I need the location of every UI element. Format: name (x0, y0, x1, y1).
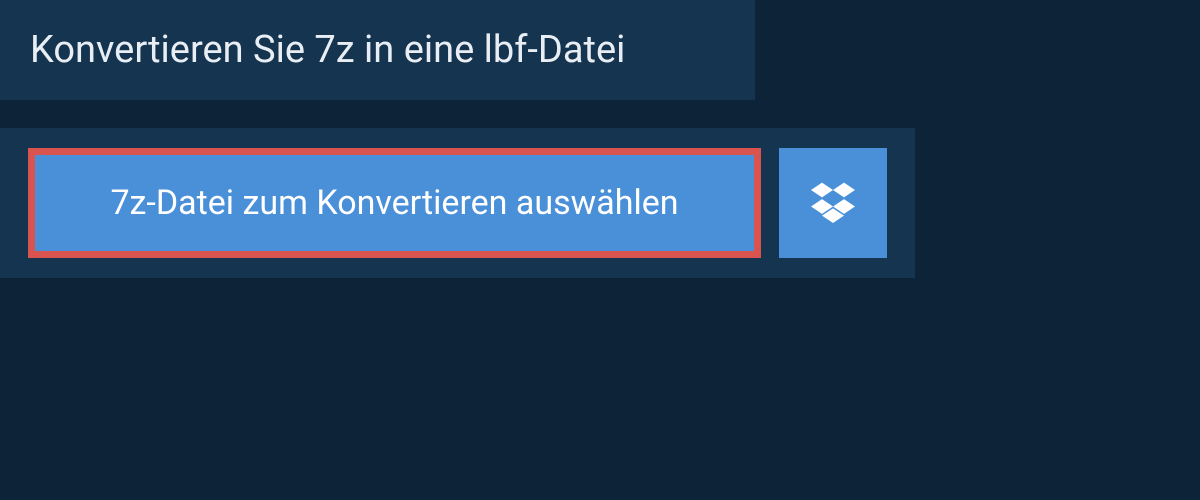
select-file-label: 7z-Datei zum Konvertieren auswählen (110, 183, 678, 223)
action-panel: 7z-Datei zum Konvertieren auswählen (0, 128, 915, 278)
select-file-button[interactable]: 7z-Datei zum Konvertieren auswählen (28, 148, 761, 258)
title-bar: Konvertieren Sie 7z in eine lbf-Datei (0, 0, 755, 100)
dropbox-icon (811, 179, 855, 227)
dropbox-button[interactable] (779, 148, 887, 258)
page-title: Konvertieren Sie 7z in eine lbf-Datei (30, 28, 725, 72)
